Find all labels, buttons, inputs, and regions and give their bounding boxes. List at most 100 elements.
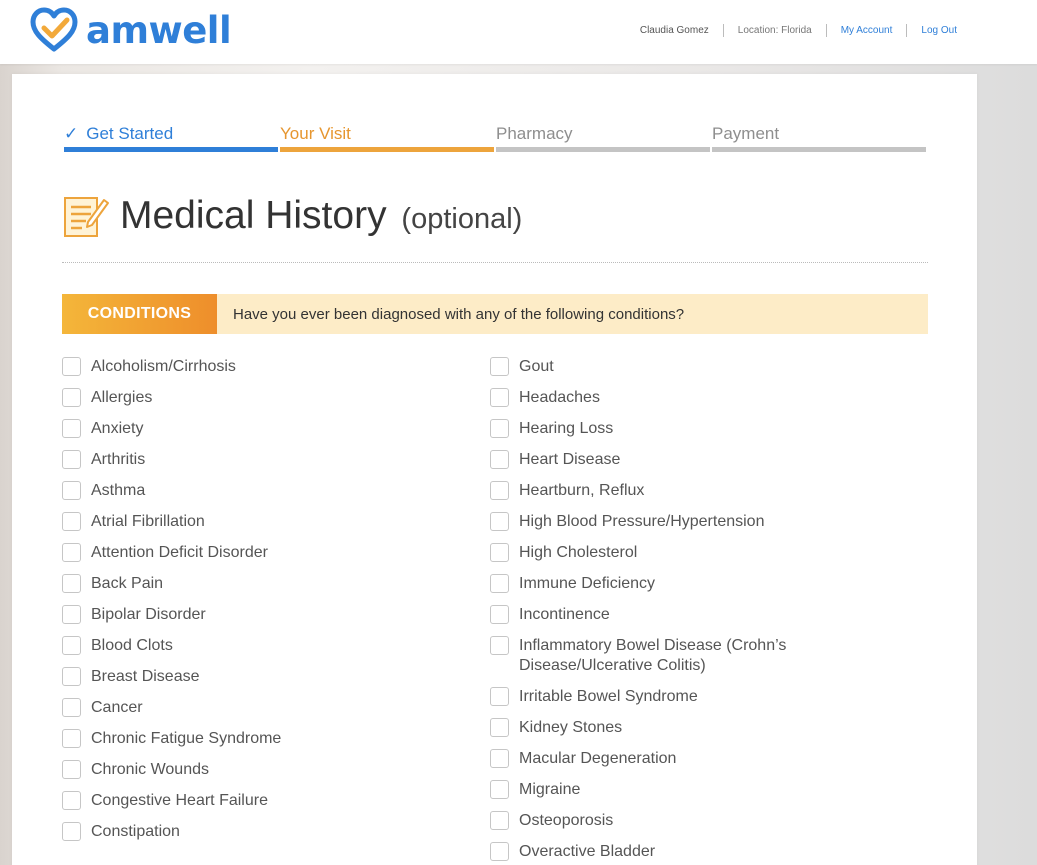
my-account-link[interactable]: My Account — [841, 25, 893, 36]
condition-macular-degeneration[interactable]: Macular Degeneration — [490, 749, 830, 769]
condition-gout[interactable]: Gout — [490, 357, 830, 377]
condition-irritable-bowel-syndrome[interactable]: Irritable Bowel Syndrome — [490, 687, 830, 707]
condition-checkbox[interactable] — [490, 780, 509, 799]
condition-arthritis[interactable]: Arthritis — [62, 450, 462, 470]
condition-checkbox[interactable] — [490, 481, 509, 500]
condition-anxiety[interactable]: Anxiety — [62, 419, 462, 439]
condition-checkbox[interactable] — [62, 698, 81, 717]
condition-atrial-fibrillation[interactable]: Atrial Fibrillation — [62, 512, 462, 532]
condition-checkbox[interactable] — [490, 388, 509, 407]
condition-checkbox[interactable] — [490, 749, 509, 768]
condition-migraine[interactable]: Migraine — [490, 780, 830, 800]
condition-label: Atrial Fibrillation — [91, 513, 205, 530]
amwell-logo[interactable]: amwell — [30, 6, 232, 54]
condition-bipolar-disorder[interactable]: Bipolar Disorder — [62, 605, 462, 625]
step-payment[interactable]: Payment — [712, 124, 926, 152]
condition-alcoholism-cirrhosis[interactable]: Alcoholism/Cirrhosis — [62, 357, 462, 377]
condition-chronic-fatigue-syndrome[interactable]: Chronic Fatigue Syndrome — [62, 729, 462, 749]
condition-label: Alcoholism/Cirrhosis — [91, 358, 236, 375]
condition-checkbox[interactable] — [62, 450, 81, 469]
condition-attention-deficit-disorder[interactable]: Attention Deficit Disorder — [62, 543, 462, 563]
step-label: Pharmacy — [496, 124, 573, 143]
condition-label: Inflammatory Bowel Disease (Crohn’s Dise… — [519, 637, 787, 674]
condition-incontinence[interactable]: Incontinence — [490, 605, 830, 625]
condition-checkbox[interactable] — [490, 450, 509, 469]
condition-osteoporosis[interactable]: Osteoporosis — [490, 811, 830, 831]
nav-divider — [906, 24, 908, 37]
condition-checkbox[interactable] — [62, 419, 81, 438]
heart-check-icon — [30, 7, 78, 52]
step-your-visit[interactable]: Your Visit — [280, 124, 494, 152]
condition-checkbox[interactable] — [490, 718, 509, 737]
condition-checkbox[interactable] — [490, 636, 509, 655]
nav-divider — [825, 24, 827, 37]
condition-label: Chronic Fatigue Syndrome — [91, 730, 282, 747]
condition-breast-disease[interactable]: Breast Disease — [62, 667, 462, 687]
condition-checkbox[interactable] — [62, 791, 81, 810]
step-bar — [280, 147, 494, 152]
step-get-started[interactable]: ✓ Get Started — [64, 124, 278, 152]
condition-checkbox[interactable] — [490, 419, 509, 438]
condition-checkbox[interactable] — [62, 543, 81, 562]
progress-steps: ✓ Get Started Your Visit Pharmacy Payment — [64, 124, 928, 152]
condition-inflammatory-bowel-disease-crohn-s-disease-ulcerative-colitis[interactable]: Inflammatory Bowel Disease (Crohn’s Dise… — [490, 636, 830, 676]
condition-back-pain[interactable]: Back Pain — [62, 574, 462, 594]
condition-checkbox[interactable] — [490, 543, 509, 562]
condition-label: Kidney Stones — [519, 719, 623, 736]
condition-label: Migraine — [519, 781, 581, 798]
top-nav: Claudia Gomez Location: Florida My Accou… — [640, 24, 1037, 37]
condition-label: Breast Disease — [91, 668, 200, 685]
step-label: Get Started — [86, 124, 174, 143]
condition-checkbox[interactable] — [62, 667, 81, 686]
condition-checkbox[interactable] — [490, 687, 509, 706]
condition-checkbox[interactable] — [62, 481, 81, 500]
condition-label: High Blood Pressure/Hypertension — [519, 513, 765, 530]
condition-asthma[interactable]: Asthma — [62, 481, 462, 501]
condition-headaches[interactable]: Headaches — [490, 388, 830, 408]
notepad-pencil-icon — [64, 197, 109, 237]
condition-checkbox[interactable] — [490, 842, 509, 861]
condition-checkbox[interactable] — [62, 760, 81, 779]
condition-high-cholesterol[interactable]: High Cholesterol — [490, 543, 830, 563]
condition-label: Hearing Loss — [519, 420, 614, 437]
condition-checkbox[interactable] — [490, 357, 509, 376]
condition-checkbox[interactable] — [62, 605, 81, 624]
step-bar — [64, 147, 278, 152]
check-icon: ✓ — [64, 124, 79, 143]
page-header: Medical History (optional) — [62, 192, 522, 240]
brand-wordmark: amwell — [86, 8, 232, 52]
condition-label: Gout — [519, 358, 554, 375]
content-card: ✓ Get Started Your Visit Pharmacy Payment… — [12, 74, 977, 865]
step-pharmacy[interactable]: Pharmacy — [496, 124, 710, 152]
condition-label: Cancer — [91, 699, 143, 716]
condition-checkbox[interactable] — [62, 636, 81, 655]
condition-chronic-wounds[interactable]: Chronic Wounds — [62, 760, 462, 780]
nav-divider — [722, 24, 724, 37]
condition-checkbox[interactable] — [62, 729, 81, 748]
condition-high-blood-pressure-hypertension[interactable]: High Blood Pressure/Hypertension — [490, 512, 830, 532]
condition-heart-disease[interactable]: Heart Disease — [490, 450, 830, 470]
condition-allergies[interactable]: Allergies — [62, 388, 462, 408]
condition-checkbox[interactable] — [62, 357, 81, 376]
condition-heartburn-reflux[interactable]: Heartburn, Reflux — [490, 481, 830, 501]
condition-checkbox[interactable] — [490, 811, 509, 830]
condition-overactive-bladder[interactable]: Overactive Bladder — [490, 842, 830, 862]
condition-blood-clots[interactable]: Blood Clots — [62, 636, 462, 656]
divider — [62, 262, 928, 263]
condition-kidney-stones[interactable]: Kidney Stones — [490, 718, 830, 738]
condition-constipation[interactable]: Constipation — [62, 822, 462, 842]
condition-checkbox[interactable] — [62, 388, 81, 407]
condition-checkbox[interactable] — [62, 822, 81, 841]
condition-label: Allergies — [91, 389, 153, 406]
condition-checkbox[interactable] — [490, 512, 509, 531]
condition-congestive-heart-failure[interactable]: Congestive Heart Failure — [62, 791, 462, 811]
condition-checkbox[interactable] — [490, 574, 509, 593]
condition-checkbox[interactable] — [62, 574, 81, 593]
condition-hearing-loss[interactable]: Hearing Loss — [490, 419, 830, 439]
logout-link[interactable]: Log Out — [921, 25, 957, 36]
condition-immune-deficiency[interactable]: Immune Deficiency — [490, 574, 830, 594]
page-title: Medical History (optional) — [120, 194, 523, 237]
condition-checkbox[interactable] — [490, 605, 509, 624]
condition-cancer[interactable]: Cancer — [62, 698, 462, 718]
condition-checkbox[interactable] — [62, 512, 81, 531]
